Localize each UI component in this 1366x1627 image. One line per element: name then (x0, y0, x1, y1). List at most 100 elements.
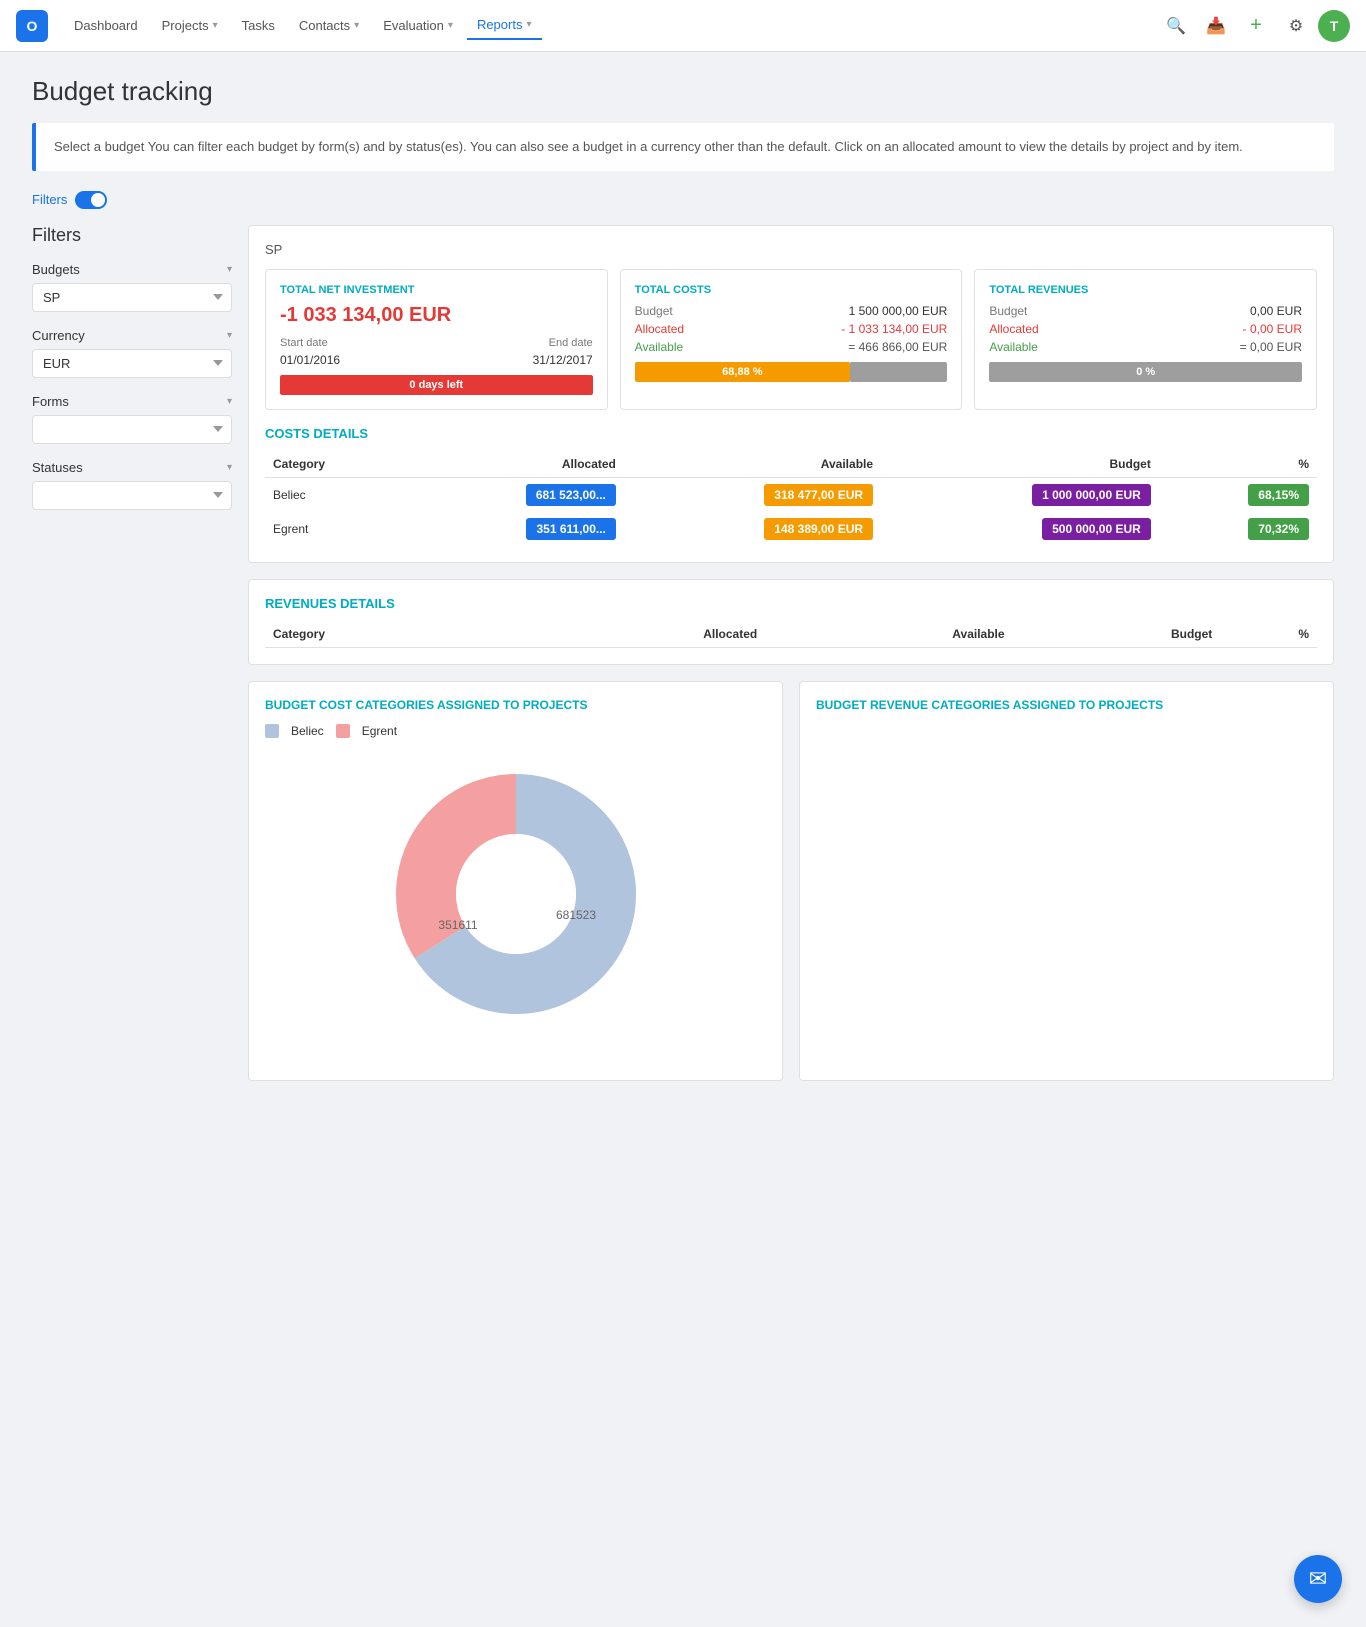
revenues-title: REVENUES DETAILS (265, 596, 1317, 611)
revenues-section: REVENUES DETAILS Category Allocated Avai… (248, 579, 1334, 665)
cell-percent: 68,15% (1159, 477, 1317, 512)
legend-beliec-label: Beliec (291, 724, 324, 738)
net-investment-progress: 0 days left (280, 375, 593, 395)
navbar: O Dashboard Projects ▾ Tasks Contacts ▾ … (0, 0, 1366, 52)
card-costs-title: TOTAL COSTS (635, 284, 948, 296)
revenues-allocated-row: Allocated - 0,00 EUR (989, 322, 1302, 336)
cell-budget: 1 000 000,00 EUR (881, 477, 1159, 512)
revenues-progress: 0 % (989, 362, 1302, 382)
cell-allocated[interactable]: 351 611,00... (405, 512, 624, 546)
card-net-investment-title: TOTAL NET INVESTMENT (280, 284, 593, 296)
donut-svg: 351611 681523 (376, 754, 656, 1034)
col-percent: % (1159, 451, 1317, 478)
nav-logo[interactable]: O (16, 10, 48, 42)
chart-legend: Beliec Egrent (265, 724, 766, 738)
info-box: Select a budget You can filter each budg… (32, 123, 1334, 171)
costs-progress-fill: 68,88 % (635, 362, 850, 382)
costs-chart-card: BUDGET COST CATEGORIES ASSIGNED TO PROJE… (248, 681, 783, 1081)
chevron-down-icon: ▾ (526, 19, 531, 30)
col-allocated: Allocated (405, 451, 624, 478)
sidebar-title: Filters (32, 225, 232, 246)
net-investment-progress-fill: 0 days left (280, 375, 593, 395)
costs-budget-row: Budget 1 500 000,00 EUR (635, 304, 948, 318)
currency-select[interactable]: EUR USD GBP (32, 349, 232, 378)
chevron-down-icon: ▾ (213, 20, 218, 31)
main-content: Budget tracking Select a budget You can … (0, 52, 1366, 1105)
statuses-select[interactable] (32, 481, 232, 510)
revenues-available-row: Available = 0,00 EUR (989, 340, 1302, 354)
rev-col-budget: Budget (1013, 621, 1221, 648)
filter-statuses: Statuses ▾ (32, 460, 232, 510)
add-button[interactable]: + (1238, 8, 1274, 44)
costs-details: COSTS DETAILS Category Allocated Availab… (265, 426, 1317, 546)
donut-chart: 351611 681523 (265, 754, 766, 1034)
nav-item-contacts[interactable]: Contacts ▾ (289, 12, 369, 39)
filter-forms-label[interactable]: Forms ▾ (32, 394, 232, 409)
donut-hole (456, 834, 576, 954)
chevron-down-icon: ▾ (227, 264, 232, 275)
nav-item-reports[interactable]: Reports ▾ (467, 11, 542, 40)
card-revenues-title: TOTAL REVENUES (989, 284, 1302, 296)
donut-label-egrent: 351611 (438, 918, 477, 932)
card-date-values: 01/01/2016 31/12/2017 (280, 353, 593, 367)
legend-egrent-dot (336, 724, 350, 738)
costs-progress-remaining (850, 362, 947, 382)
inbox-button[interactable]: 📥 (1198, 8, 1234, 44)
cell-category: Egrent (265, 512, 405, 546)
card-total-revenues: TOTAL REVENUES Budget 0,00 EUR Allocated… (974, 269, 1317, 410)
revenues-chart-title: BUDGET REVENUE CATEGORIES ASSIGNED TO PR… (816, 698, 1317, 712)
chevron-down-icon: ▾ (227, 462, 232, 473)
filters-toggle-switch[interactable] (75, 191, 107, 209)
nav-item-projects[interactable]: Projects ▾ (152, 12, 228, 39)
filter-budgets-label[interactable]: Budgets ▾ (32, 262, 232, 277)
card-net-investment-amount: -1 033 134,00 EUR (280, 304, 593, 327)
sidebar: Filters Budgets ▾ SP Currency ▾ EUR USD (32, 225, 232, 1081)
settings-button[interactable]: ⚙ (1278, 8, 1314, 44)
fab-button[interactable]: ✉ (1294, 1555, 1342, 1603)
nav-item-dashboard[interactable]: Dashboard (64, 12, 148, 39)
search-button[interactable]: 🔍 (1158, 8, 1194, 44)
summary-cards: TOTAL NET INVESTMENT -1 033 134,00 EUR S… (265, 269, 1317, 410)
nav-item-evaluation[interactable]: Evaluation ▾ (373, 12, 463, 39)
costs-table: Category Allocated Available Budget % Be… (265, 451, 1317, 546)
forms-select[interactable] (32, 415, 232, 444)
costs-progress: 68,88 % (635, 362, 948, 382)
budgets-select[interactable]: SP (32, 283, 232, 312)
revenues-table: Category Allocated Available Budget % (265, 621, 1317, 648)
cell-percent: 70,32% (1159, 512, 1317, 546)
charts-row: BUDGET COST CATEGORIES ASSIGNED TO PROJE… (248, 681, 1334, 1081)
chevron-down-icon: ▾ (227, 396, 232, 407)
chevron-down-icon: ▾ (227, 330, 232, 341)
chevron-down-icon: ▾ (354, 20, 359, 31)
budget-section: SP TOTAL NET INVESTMENT -1 033 134,00 EU… (248, 225, 1334, 563)
costs-details-title: COSTS DETAILS (265, 426, 1317, 441)
avatar[interactable]: T (1318, 10, 1350, 42)
donut-label-beliec: 681523 (555, 908, 595, 922)
table-row[interactable]: Beliec 681 523,00... 318 477,00 EUR 1 00… (265, 477, 1317, 512)
costs-available-row: Available = 466 866,00 EUR (635, 340, 948, 354)
filter-currency-label[interactable]: Currency ▾ (32, 328, 232, 343)
filter-forms: Forms ▾ (32, 394, 232, 444)
rev-col-allocated: Allocated (511, 621, 765, 648)
filter-statuses-label[interactable]: Statuses ▾ (32, 460, 232, 475)
filter-currency: Currency ▾ EUR USD GBP (32, 328, 232, 378)
revenues-chart-card: BUDGET REVENUE CATEGORIES ASSIGNED TO PR… (799, 681, 1334, 1081)
legend-egrent-label: Egrent (362, 724, 397, 738)
rev-col-percent: % (1220, 621, 1317, 648)
cell-available: 318 477,00 EUR (624, 477, 881, 512)
card-dates: Start date End date (280, 337, 593, 349)
filter-budgets: Budgets ▾ SP (32, 262, 232, 312)
costs-allocated-row: Allocated - 1 033 134,00 EUR (635, 322, 948, 336)
cell-category: Beliec (265, 477, 405, 512)
content-layout: Filters Budgets ▾ SP Currency ▾ EUR USD (32, 225, 1334, 1081)
legend-beliec-dot (265, 724, 279, 738)
filters-toggle: Filters (32, 191, 1334, 209)
col-available: Available (624, 451, 881, 478)
revenues-progress-fill: 0 % (989, 362, 1302, 382)
cell-allocated[interactable]: 681 523,00... (405, 477, 624, 512)
card-total-costs: TOTAL COSTS Budget 1 500 000,00 EUR Allo… (620, 269, 963, 410)
filters-toggle-label[interactable]: Filters (32, 192, 67, 207)
nav-item-tasks[interactable]: Tasks (232, 12, 285, 39)
table-row[interactable]: Egrent 351 611,00... 148 389,00 EUR 500 … (265, 512, 1317, 546)
col-budget: Budget (881, 451, 1159, 478)
